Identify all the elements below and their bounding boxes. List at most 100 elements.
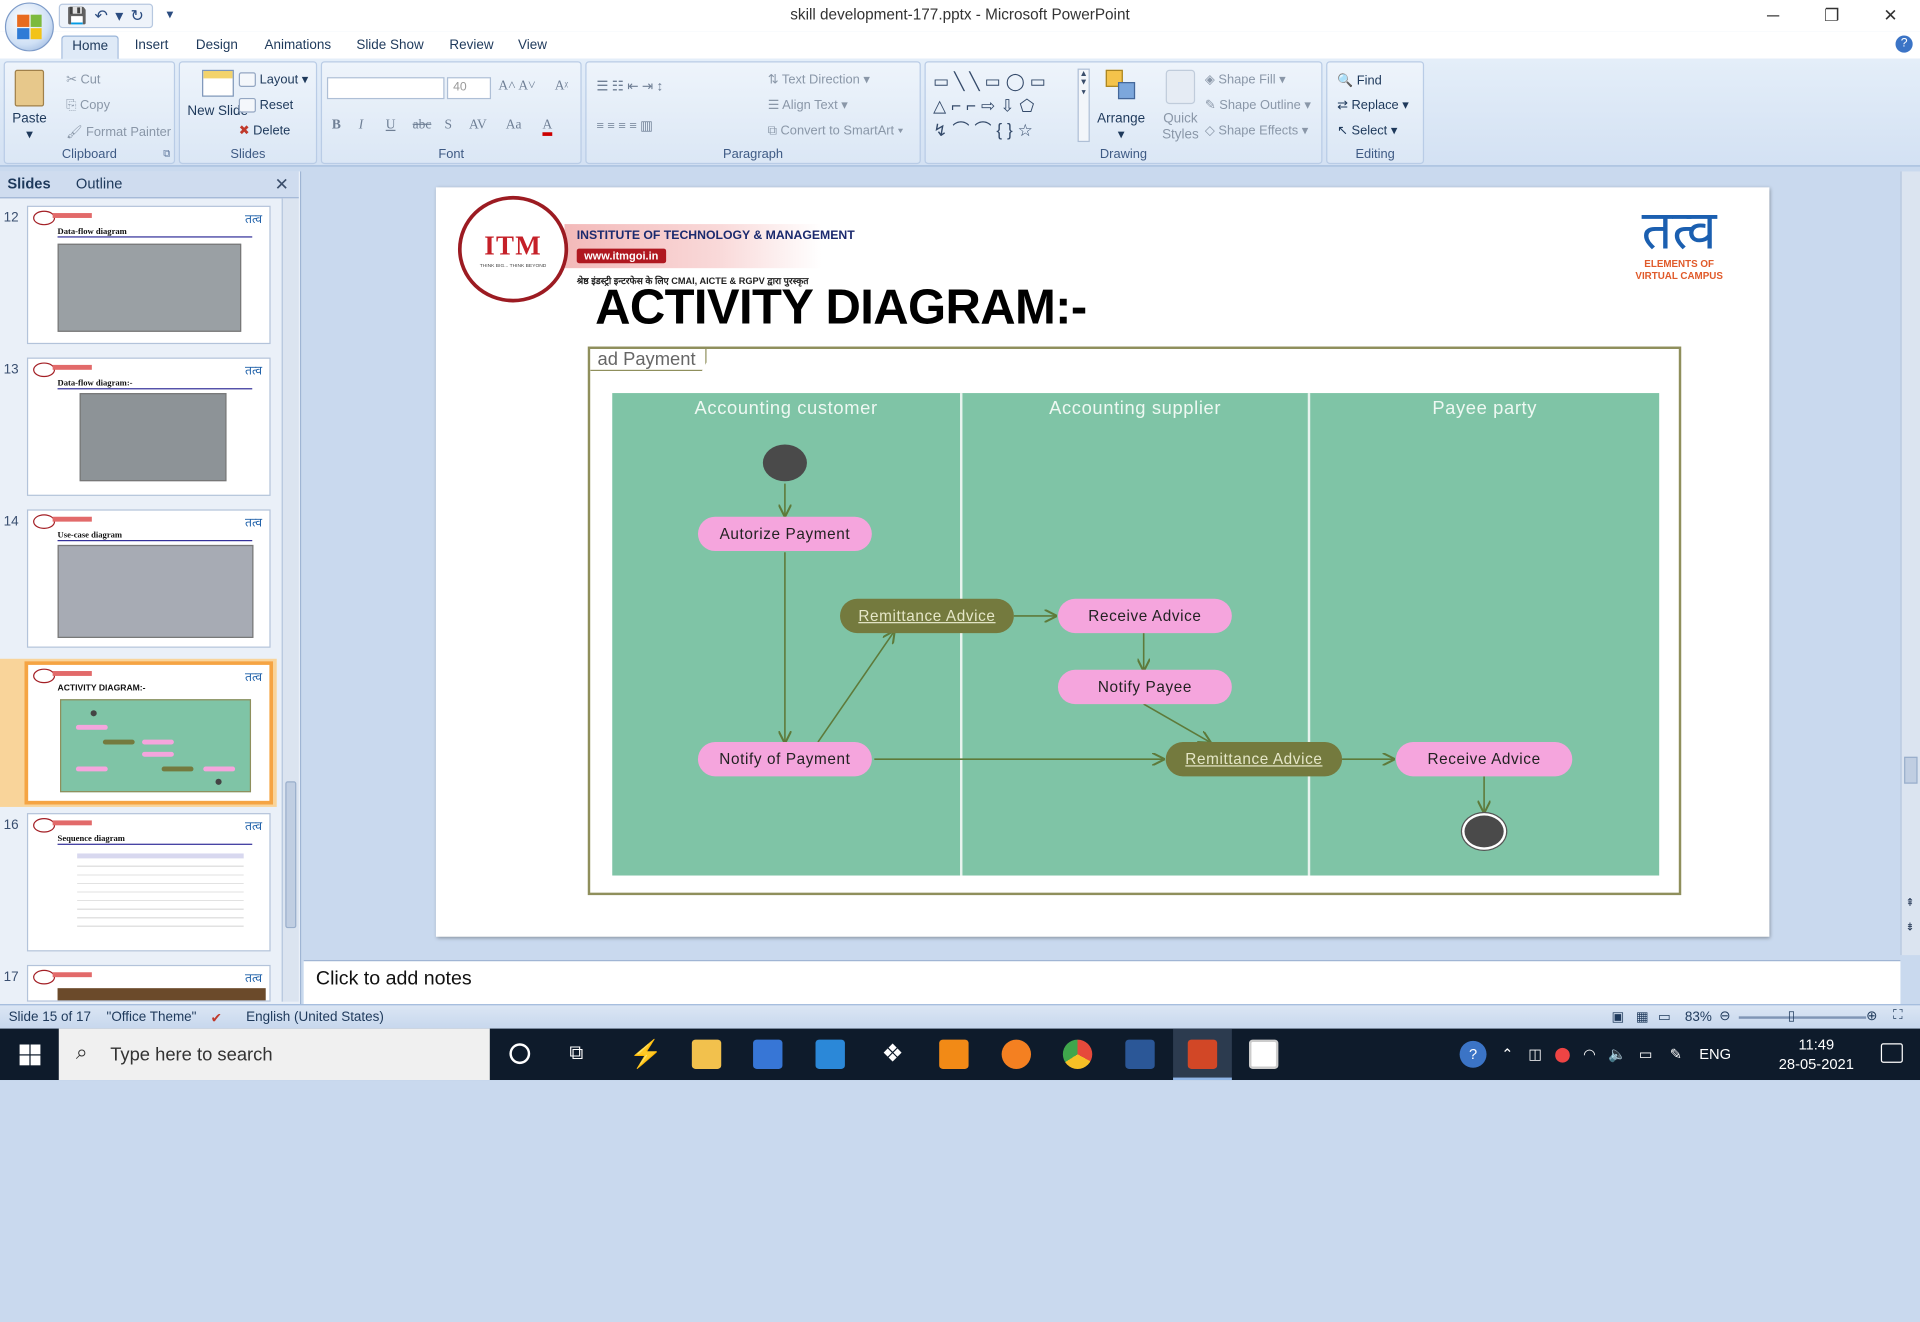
align-icons[interactable]: ≡ ≡ ≡ ≡ ▥ — [596, 118, 653, 134]
copy-button[interactable]: ⎘ Copy — [66, 98, 110, 114]
language-tray[interactable]: ENG — [1699, 1046, 1731, 1063]
tab-view[interactable]: View — [508, 36, 557, 56]
node-authorize-payment[interactable]: Autorize Payment — [697, 516, 872, 552]
shape-effects-button[interactable]: ◇ Shape Effects ▾ — [1205, 124, 1308, 139]
slides-scrollbar[interactable] — [281, 198, 299, 1002]
office-button[interactable] — [4, 2, 54, 52]
word-icon[interactable] — [1125, 1039, 1155, 1069]
quick-styles-button[interactable]: Quick Styles — [1156, 69, 1205, 143]
activity-diagram-frame[interactable]: ad Payment Accounting customer Accountin… — [587, 346, 1682, 896]
chevron-up-icon[interactable]: ⌃ — [1501, 1046, 1513, 1063]
cortana-icon[interactable] — [509, 1043, 531, 1065]
node-notify-of-payment[interactable]: Notify of Payment — [697, 742, 872, 777]
italic-icon[interactable]: I — [359, 118, 363, 133]
text-direction-button[interactable]: ⇅ Text Direction ▾ — [768, 72, 870, 87]
store-icon[interactable] — [753, 1039, 783, 1069]
paste-button[interactable]: Paste ▾ — [12, 69, 47, 142]
shapes-gallery[interactable]: ▭╲╲▭◯▭ △⌐⌐⇨⇩⬠ ↯⌒⌒{}☆ — [933, 69, 1087, 145]
font-name-input[interactable] — [326, 77, 445, 100]
slide-thumbnail-13[interactable]: तत्व Data-flow diagram:- — [26, 357, 271, 496]
next-slide-icon[interactable]: ⇟ — [1905, 921, 1914, 934]
language-indicator[interactable]: English (United States) — [246, 1010, 384, 1025]
photos-icon[interactable] — [1248, 1039, 1279, 1069]
clear-format-icon[interactable]: Aᵡ — [555, 78, 569, 93]
cut-button[interactable]: ✂ Cut — [66, 72, 100, 87]
tab-home[interactable]: Home — [61, 35, 120, 62]
select-button[interactable]: ↖ Select ▾ — [1337, 124, 1397, 139]
format-painter-button[interactable]: 🖌 Format Painter — [66, 124, 171, 140]
tab-slides[interactable]: Slides — [7, 175, 50, 192]
char-spacing-icon[interactable]: AV — [469, 118, 487, 133]
slide-thumbnail-16[interactable]: तत्व Sequence diagram — [26, 813, 271, 952]
font-size-input[interactable]: 40 — [446, 77, 492, 100]
arrange-button[interactable]: Arrange ▾ — [1097, 69, 1145, 142]
tab-review[interactable]: Review — [440, 36, 504, 56]
slide-canvas[interactable]: ITM THINK BIG... THINK BEYOND INSTITUTE … — [435, 187, 1770, 937]
slide-thumbnail-15[interactable]: तत्व ACTIVITY DIAGRAM:- — [24, 661, 274, 805]
slide-thumbnail-17[interactable]: तत्व — [26, 964, 271, 1002]
zoom-out-icon[interactable]: ⊖ — [1719, 1008, 1730, 1024]
dropbox-icon[interactable]: ❖ — [878, 1040, 907, 1069]
volume-icon[interactable]: 🔈 — [1608, 1046, 1626, 1063]
bullets-icon[interactable]: ☰ ☷ ⇤ ⇥ ↕ — [596, 78, 663, 95]
node-notify-payee[interactable]: Notify Payee — [1057, 669, 1232, 705]
slide-scrollbar[interactable]: ⇞ ⇟ — [1900, 171, 1920, 956]
replace-button[interactable]: ⇄ Replace ▾ — [1337, 98, 1409, 113]
tab-animations[interactable]: Animations — [255, 36, 341, 56]
battery-icon[interactable]: ▭ — [1639, 1046, 1653, 1063]
spellcheck-icon[interactable]: ✔ — [211, 1010, 222, 1026]
font-color-icon[interactable]: A — [542, 118, 553, 136]
scroll-thumb[interactable] — [1904, 756, 1918, 784]
slide-title[interactable]: ACTIVITY DIAGRAM:- — [595, 280, 1087, 335]
close-button[interactable]: ✕ — [1861, 0, 1920, 29]
layout-button[interactable]: Layout ▾ — [238, 72, 308, 88]
change-case-icon[interactable]: Aa — [506, 118, 522, 133]
zoom-level[interactable]: 83% — [1685, 1010, 1712, 1025]
help-tray-icon[interactable]: ? — [1459, 1040, 1487, 1068]
tab-design[interactable]: Design — [186, 36, 248, 56]
slide-thumbnail-12[interactable]: तत्व Data-flow diagram — [26, 205, 271, 345]
tab-outline[interactable]: Outline — [76, 175, 123, 192]
node-remittance-advice-1[interactable]: Remittance Advice — [840, 598, 1014, 634]
mail-icon[interactable] — [815, 1039, 845, 1069]
shadow-icon[interactable]: S — [444, 118, 452, 133]
pen-icon[interactable]: ✎ — [1670, 1046, 1682, 1063]
shape-fill-button[interactable]: ◈ Shape Fill ▾ — [1205, 72, 1286, 87]
task-view-icon[interactable]: ⧉ — [569, 1043, 583, 1065]
close-pane-icon[interactable]: ✕ — [275, 174, 289, 195]
slide-thumbnail-14[interactable]: तत्व Use-case diagram — [26, 509, 271, 648]
security-icon[interactable]: ⬤ — [1554, 1046, 1570, 1063]
wifi-icon[interactable]: ◠ — [1583, 1046, 1596, 1063]
delete-button[interactable]: ✖ Delete — [239, 124, 291, 139]
clock[interactable]: 11:49 28-05-2021 — [1779, 1035, 1854, 1074]
file-explorer-icon[interactable] — [691, 1039, 722, 1069]
notifications-icon[interactable] — [1880, 1043, 1903, 1063]
scroll-thumb[interactable] — [285, 781, 297, 929]
zoom-handle[interactable]: ▯ — [1788, 1008, 1795, 1024]
vscode-icon[interactable]: ⚡ — [629, 1039, 663, 1069]
shape-outline-button[interactable]: ✎ Shape Outline ▾ — [1205, 98, 1311, 113]
underline-icon[interactable]: U — [386, 118, 396, 133]
slideshow-view-icon[interactable]: ▭ — [1658, 1009, 1671, 1025]
notes-pane[interactable]: Click to add notes — [303, 960, 1901, 1005]
normal-view-icon[interactable]: ▣ — [1611, 1009, 1624, 1025]
taskbar-search[interactable]: ⌕ Type here to search — [58, 1028, 490, 1081]
minimize-button[interactable]: ─ — [1744, 0, 1803, 29]
node-receive-advice-1[interactable]: Receive Advice — [1057, 598, 1232, 634]
bold-icon[interactable]: B — [332, 118, 341, 133]
find-button[interactable]: 🔍 Find — [1337, 72, 1382, 88]
maximize-button[interactable]: ❐ — [1802, 0, 1861, 29]
node-remittance-advice-2[interactable]: Remittance Advice — [1165, 742, 1343, 777]
grow-font-icon[interactable]: A˄ A˅ — [498, 78, 535, 93]
tab-insert[interactable]: Insert — [125, 36, 178, 56]
sublime-icon[interactable] — [939, 1039, 969, 1069]
sorter-view-icon[interactable]: ▦ — [1636, 1009, 1649, 1025]
tab-slide-show[interactable]: Slide Show — [347, 36, 434, 56]
windows-start-icon[interactable] — [0, 1029, 59, 1080]
align-text-button[interactable]: ☰ Align Text ▾ — [768, 98, 848, 113]
dialog-launcher-icon[interactable]: ⧉ — [163, 148, 170, 160]
xampp-icon[interactable] — [1001, 1039, 1032, 1069]
chrome-icon[interactable] — [1062, 1039, 1093, 1069]
prev-slide-icon[interactable]: ⇞ — [1905, 896, 1914, 909]
fit-window-icon[interactable]: ⛶ — [1893, 1008, 1902, 1024]
